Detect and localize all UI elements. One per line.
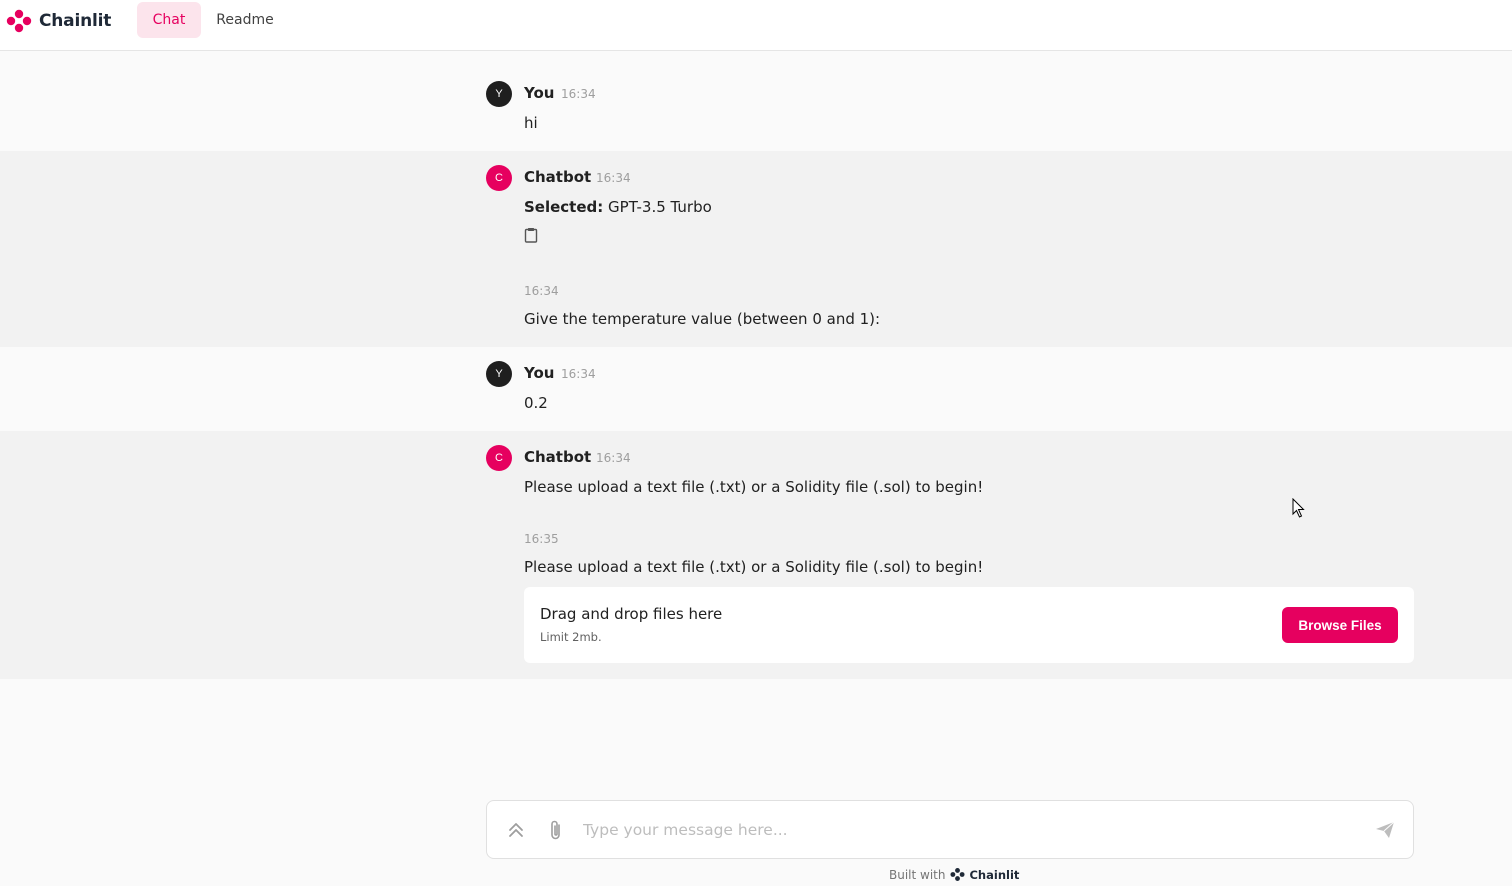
chainlit-logo[interactable]: Chainlit <box>6 9 111 33</box>
selected-value: GPT-3.5 Turbo <box>608 198 712 216</box>
chainlit-logo-icon <box>6 9 32 33</box>
tab-chat[interactable]: Chat <box>137 2 201 38</box>
chainlit-small-logo-icon <box>950 868 966 881</box>
message-text: 0.2 <box>524 394 548 412</box>
message-time: 16:34 <box>596 171 631 185</box>
avatar: Y <box>486 81 512 107</box>
chevrons-up-icon[interactable] <box>505 819 527 841</box>
message-text: hi <box>524 114 538 132</box>
top-bar: Chainlit Chat Readme <box>0 0 1512 51</box>
message-text: Give the temperature value (between 0 an… <box>524 310 881 328</box>
mouse-cursor-icon <box>1292 497 1306 523</box>
message-author: You <box>524 84 555 102</box>
message-input[interactable] <box>583 817 1343 843</box>
message-text: Selected: GPT-3.5 Turbo <box>524 198 712 216</box>
message-text: Please upload a text file (.txt) or a So… <box>524 478 984 496</box>
footer: Built with Chainlit <box>889 867 1019 882</box>
message-composer <box>486 800 1414 859</box>
message-row-bot: C Chatbot 16:34 Selected: GPT-3.5 Turbo … <box>0 151 1512 347</box>
clipboard-icon[interactable] <box>524 227 540 243</box>
message-time: 16:34 <box>561 367 596 381</box>
browse-files-button[interactable]: Browse Files <box>1282 607 1398 643</box>
file-upload-dropzone[interactable]: Drag and drop files here Limit 2mb. Brow… <box>524 587 1414 663</box>
tab-readme[interactable]: Readme <box>205 2 285 38</box>
message-time: 16:35 <box>524 532 559 546</box>
avatar: C <box>486 445 512 471</box>
footer-brand[interactable]: Chainlit <box>969 868 1019 882</box>
message-row-user: Y You 16:34 0.2 <box>0 347 1512 431</box>
avatar: C <box>486 165 512 191</box>
message-text: Please upload a text file (.txt) or a So… <box>524 558 984 576</box>
message-author: Chatbot <box>524 448 592 466</box>
upload-title: Drag and drop files here <box>540 605 723 623</box>
message-author: You <box>524 364 555 382</box>
message-time: 16:34 <box>524 284 559 298</box>
app-name: Chainlit <box>39 11 112 31</box>
message-time: 16:34 <box>561 87 596 101</box>
send-icon[interactable] <box>1374 819 1396 841</box>
message-time: 16:34 <box>596 451 631 465</box>
attach-icon[interactable] <box>545 819 567 841</box>
selected-label: Selected: <box>524 198 604 216</box>
message-author: Chatbot <box>524 168 592 186</box>
upload-limit: Limit 2mb. <box>540 630 602 644</box>
avatar: Y <box>486 361 512 387</box>
footer-prefix: Built with <box>889 867 946 882</box>
message-row-user: Y You 16:34 hi <box>0 52 1512 151</box>
